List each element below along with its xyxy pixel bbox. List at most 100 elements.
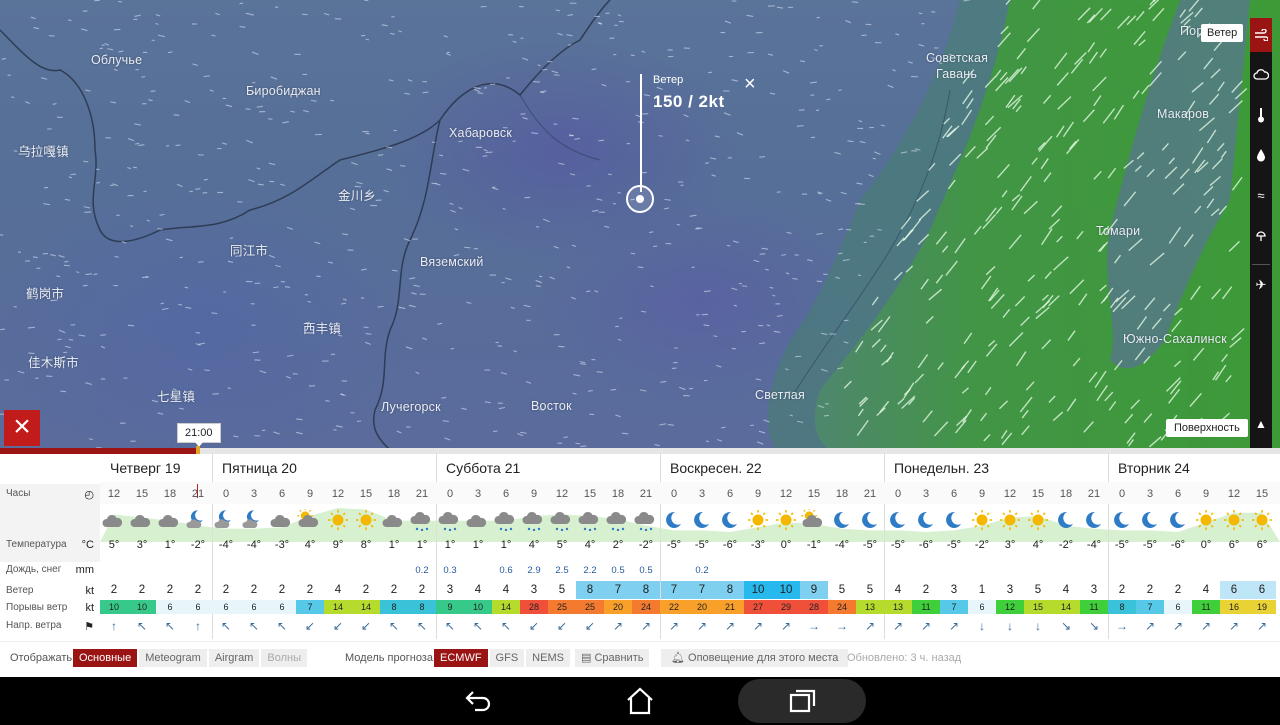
temperature-cell: -3° <box>274 539 290 551</box>
hour-cell: 0 <box>1118 488 1126 500</box>
model-option-gfs[interactable]: GFS <box>489 649 525 667</box>
gust-cell: 28 <box>800 600 828 614</box>
temperature-cell: 5° <box>556 539 568 551</box>
sun-icon <box>324 509 352 531</box>
wind-label: Ветер <box>6 585 34 596</box>
display-option-волны[interactable]: Волны <box>261 649 307 667</box>
alert-button[interactable]: 🔔︎ Оповещение для этого места <box>661 649 849 667</box>
waves-layer-icon[interactable]: ≈ <box>1250 178 1272 212</box>
sun-icon <box>352 509 380 531</box>
wind-cell: 3 <box>1006 584 1014 596</box>
moon-icon <box>1052 509 1080 531</box>
direction-label: Напр. ветра <box>6 620 62 631</box>
clouds-layer-icon[interactable] <box>1250 58 1272 92</box>
location-marker[interactable] <box>626 185 654 213</box>
wind-cell: 6 <box>1230 584 1238 596</box>
pressure-layer-icon[interactable] <box>1250 218 1272 252</box>
wind-particles <box>0 0 1248 450</box>
wind-cell: 2 <box>222 584 230 596</box>
model-option-ecmwf[interactable]: ECMWF <box>434 649 488 667</box>
gust-cell: 6 <box>240 600 268 614</box>
town-label: Макаров <box>1157 107 1210 121</box>
gust-cell: 9 <box>436 600 464 614</box>
airplane-icon[interactable]: ✈ <box>1250 268 1272 302</box>
hour-cell: 3 <box>250 488 258 500</box>
hour-cell: 21 <box>863 488 877 500</box>
wind-direction-arrow: ↓ <box>1035 619 1041 633</box>
hour-cell: 6 <box>950 488 958 500</box>
gust-cell: 27 <box>744 600 772 614</box>
wind-direction-arrow: ↖ <box>500 619 512 633</box>
wind-direction-arrow: → <box>1116 619 1128 633</box>
rain-cell: 0.2 <box>415 565 429 576</box>
hour-cell: 6 <box>278 488 286 500</box>
wind-cell: 2 <box>362 584 370 596</box>
town-label: Восток <box>531 399 572 413</box>
recents-icon[interactable] <box>784 683 820 719</box>
hour-cell: 6 <box>1174 488 1182 500</box>
temperature-cell: 4° <box>304 539 316 551</box>
gust-cell: 7 <box>940 600 968 614</box>
town-label: 鹤岗市 <box>26 287 65 301</box>
display-label: Отображать <box>10 652 73 664</box>
model-option-nems[interactable]: NEMS <box>526 649 570 667</box>
back-icon[interactable] <box>460 683 496 719</box>
cloud-icon <box>464 509 492 531</box>
temperature-layer-icon[interactable] <box>1250 98 1272 132</box>
hour-cell: 12 <box>107 488 121 500</box>
gust-cell: 6 <box>212 600 240 614</box>
wind-cell: 8 <box>586 584 594 596</box>
gust-unit: kt <box>85 602 94 614</box>
gust-cell: 8 <box>408 600 436 614</box>
display-option-airgram[interactable]: Airgram <box>208 649 260 667</box>
timeline-handle[interactable] <box>196 446 200 454</box>
wind-layer-icon[interactable] <box>1250 18 1272 52</box>
gust-cell: 14 <box>352 600 380 614</box>
hour-cell: 15 <box>1031 488 1045 500</box>
gust-cell: 8 <box>1108 600 1136 614</box>
compare-button[interactable]: ▤ Сравнить <box>575 649 650 667</box>
day-header: Воскресен. 22 <box>670 460 762 476</box>
hour-cell: 0 <box>222 488 230 500</box>
wind-direction-arrow: ↖ <box>220 619 232 633</box>
hour-cell: 12 <box>1003 488 1017 500</box>
popup-pointer-line <box>640 74 642 192</box>
day-header: Четверг 19 <box>110 460 181 476</box>
home-icon[interactable] <box>622 683 658 719</box>
temperature-cell: -3° <box>750 539 766 551</box>
town-label: 西丰镇 <box>303 322 342 336</box>
layer-toolbar: ≈ ✈ <box>1250 18 1272 448</box>
surface-level-tooltip[interactable]: Поверхность <box>1166 419 1248 437</box>
popup-close-icon[interactable]: × <box>744 74 756 94</box>
town-label: Светлая <box>755 388 805 402</box>
rain-layer-icon[interactable] <box>1250 138 1272 172</box>
hour-cell: 9 <box>754 488 762 500</box>
weather-map[interactable]: Облучье Биробиджан 乌拉嘎镇 Хабаровск 金川乡 同江市 Вязе… <box>0 0 1280 450</box>
gust-cell: 20 <box>604 600 632 614</box>
wind-direction-arrow: ↖ <box>444 619 456 633</box>
wind-cell: 2 <box>138 584 146 596</box>
hour-cell: 18 <box>835 488 849 500</box>
temperature-cell: 8° <box>360 539 372 551</box>
moon-icon <box>660 509 688 531</box>
cloud-icon <box>380 509 408 531</box>
wind-cell: 4 <box>502 584 510 596</box>
town-label: Вяземский <box>420 255 484 269</box>
wind-unit: kt <box>85 585 94 597</box>
mountain-icon[interactable]: ▲ <box>1252 417 1270 435</box>
wind-cell: 2 <box>250 584 258 596</box>
wind-direction-arrow: ↙ <box>528 619 540 633</box>
hour-cell: 12 <box>779 488 793 500</box>
temperature-cell: -2° <box>190 539 206 551</box>
hour-cell: 3 <box>698 488 706 500</box>
wind-cell: 6 <box>1258 584 1266 596</box>
close-forecast-button[interactable]: × <box>4 410 40 446</box>
cloud-icon <box>128 509 156 531</box>
display-option-meteogram[interactable]: Meteogram <box>139 649 207 667</box>
gust-cell: 7 <box>296 600 324 614</box>
moon-icon <box>884 509 912 531</box>
gust-cell: 16 <box>1220 600 1248 614</box>
gust-cell: 6 <box>1164 600 1192 614</box>
display-option-основные[interactable]: Основные <box>73 649 138 667</box>
sun-icon <box>968 509 996 531</box>
